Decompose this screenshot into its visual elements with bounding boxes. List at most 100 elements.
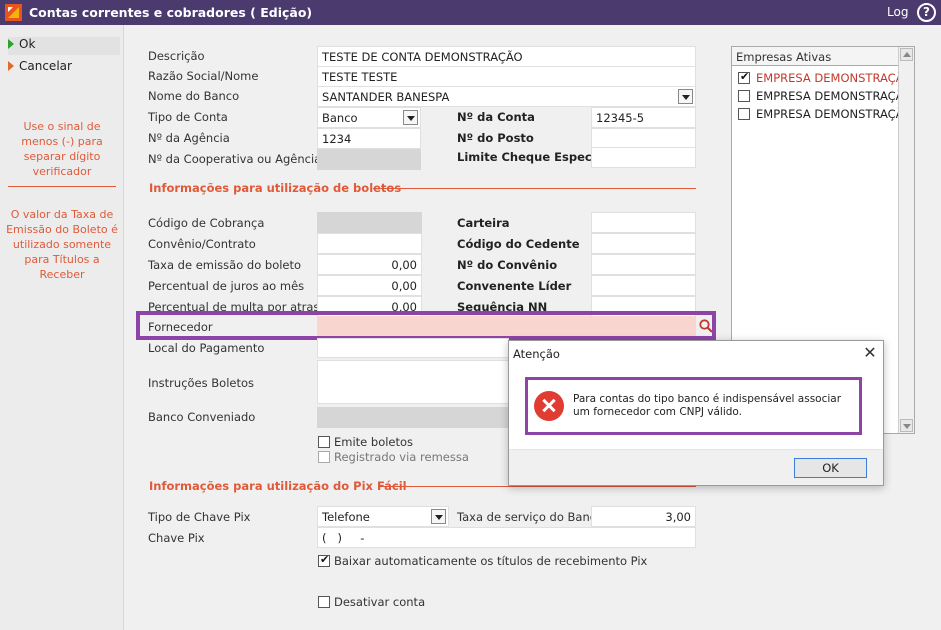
help-icon[interactable]: ? (917, 3, 936, 22)
desativar-checkbox[interactable] (318, 596, 330, 608)
boletos-section-title: Informações para utilização de boletos (149, 181, 402, 195)
agencia-field[interactable]: 1234 (317, 128, 421, 149)
agencia-label: Nº da Agência (148, 131, 230, 145)
window-title: Contas correntes e cobradores ( Edição) (29, 5, 313, 20)
codigo-cedente-label: Código do Cedente (457, 237, 580, 251)
banco-conveniado-label: Banco Conveniado (148, 410, 256, 424)
juros-label: Percentual de juros ao mês (148, 279, 305, 293)
carteira-field[interactable] (591, 212, 696, 233)
empresa-item[interactable]: EMPRESA DEMONSTRAÇÃO (736, 87, 898, 105)
taxa-emissao-field[interactable]: 0,00 (317, 254, 422, 275)
emite-boletos-checkbox[interactable] (318, 436, 330, 448)
cooperativa-label: Nº da Cooperativa ou Agência (148, 152, 322, 166)
convenio-contrato-field[interactable] (317, 233, 422, 254)
num-conta-field[interactable]: 12345-5 (591, 107, 696, 128)
banco-select[interactable]: SANTANDER BANESPA (317, 86, 696, 107)
tipo-chave-value: Telefone (322, 510, 370, 524)
local-pagamento-field[interactable] (317, 338, 509, 358)
local-pagamento-label: Local do Pagamento (148, 341, 265, 355)
emite-boletos-label: Emite boletos (334, 435, 414, 449)
chave-pix-label: Chave Pix (148, 531, 205, 545)
dialog-message-highlight: Para contas do tipo banco é indispensáve… (525, 377, 862, 435)
hint-tax: O valor da Taxa de Emissão do Boleto é u… (6, 208, 118, 281)
cancel-button[interactable]: Cancelar (8, 59, 120, 77)
app-logo-icon (5, 4, 22, 21)
descricao-label: Descrição (148, 49, 205, 63)
registrado-remessa-checkbox (318, 451, 330, 463)
taxa-servico-label: Taxa de serviço do Banco (457, 510, 604, 524)
carteira-label: Carteira (457, 216, 510, 230)
banco-conveniado-field (317, 407, 509, 428)
tipo-conta-value: Banco (322, 111, 358, 125)
chevron-down-icon[interactable] (431, 509, 446, 524)
dialog-ok-button[interactable]: OK (794, 458, 867, 478)
empresa-item[interactable]: EMPRESA DEMONSTRAÇÃO (736, 69, 898, 87)
tipo-conta-select[interactable]: Banco (317, 107, 421, 128)
convenio-contrato-label: Convênio/Contrato (148, 237, 256, 251)
chave-pix-field[interactable]: ( ) - (317, 527, 696, 548)
empresa-item[interactable]: EMPRESA DEMONSTRAÇÃO (736, 105, 898, 123)
attention-dialog: Atenção ✕ Para contas do tipo banco é in… (508, 340, 884, 486)
codigo-cobranca-label: Código de Cobrança (148, 216, 265, 230)
codigo-cedente-field[interactable] (591, 233, 696, 254)
cooperativa-field (317, 149, 421, 170)
pix-section-title: Informações para utilização do Pix Fácil (149, 479, 407, 493)
tipo-chave-select[interactable]: Telefone (317, 506, 449, 527)
taxa-emissao-label: Taxa de emissão do boleto (148, 258, 302, 272)
chevron-down-icon[interactable] (403, 110, 418, 125)
limite-label: Limite Cheque Especial (457, 150, 608, 164)
tipo-chave-label: Tipo de Chave Pix (148, 510, 251, 524)
razao-field[interactable]: TESTE TESTE (317, 66, 696, 87)
empresa-checkbox[interactable] (738, 70, 750, 84)
instrucoes-label: Instruções Boletos (148, 376, 255, 390)
taxa-servico-field[interactable]: 3,00 (591, 506, 696, 527)
sidebar-divider (8, 186, 116, 187)
scroll-up-icon[interactable] (900, 48, 913, 61)
sidebar: Ok Cancelar Use o sinal de menos (-) par… (0, 25, 124, 630)
pix-section-line (379, 486, 696, 487)
chevron-down-icon[interactable] (678, 89, 693, 104)
banco-value: SANTANDER BANESPA (322, 90, 450, 104)
num-convenio-label: Nº do Convênio (457, 258, 558, 272)
dialog-message: Para contas do tipo banco é indispensáve… (573, 393, 842, 418)
boletos-section-line (373, 188, 696, 189)
title-bar: Contas correntes e cobradores ( Edição) … (0, 0, 941, 25)
empresa-checkbox[interactable] (738, 108, 750, 120)
desativar-label: Desativar conta (334, 595, 426, 609)
hint-minus-sign: Use o sinal de menos (-) para separar dí… (21, 120, 103, 178)
empresas-header: Empresas Ativas (732, 47, 900, 66)
scroll-down-icon[interactable] (900, 419, 913, 432)
limite-field[interactable] (591, 147, 696, 168)
num-posto-field[interactable] (591, 128, 696, 149)
juros-field[interactable]: 0,00 (317, 275, 422, 296)
num-convenio-field[interactable] (591, 254, 696, 275)
empresa-label: EMPRESA DEMONSTRAÇÃO (756, 89, 898, 103)
play-arrow-icon (8, 61, 14, 71)
empresa-label: EMPRESA DEMONSTRAÇÃO (756, 107, 898, 121)
log-link[interactable]: Log (887, 5, 908, 19)
ok-button[interactable]: Ok (8, 37, 120, 55)
ok-label: Ok (19, 37, 36, 51)
num-conta-label: Nº da Conta (457, 110, 535, 124)
close-icon[interactable]: ✕ (861, 344, 879, 362)
empresa-checkbox[interactable] (738, 90, 750, 102)
vertical-scrollbar[interactable] (898, 47, 914, 433)
baixar-auto-label: Baixar automaticamente os títulos de rec… (334, 554, 648, 568)
convenente-lider-label: Convenente Líder (457, 279, 572, 293)
play-arrow-icon (8, 39, 14, 49)
cancel-label: Cancelar (19, 59, 72, 73)
descricao-field[interactable]: TESTE DE CONTA DEMONSTRAÇÃO (317, 46, 696, 67)
registrado-remessa-label: Registrado via remessa (334, 450, 469, 464)
codigo-cobranca-field (317, 212, 422, 233)
banco-label: Nome do Banco (148, 89, 240, 103)
razao-label: Razão Social/Nome (148, 69, 259, 83)
error-icon (534, 391, 564, 421)
empresa-label: EMPRESA DEMONSTRAÇÃO (756, 71, 898, 85)
convenente-lider-field[interactable] (591, 275, 696, 296)
baixar-auto-checkbox[interactable] (318, 553, 330, 567)
dialog-title: Atenção (513, 347, 560, 361)
tipo-conta-label: Tipo de Conta (148, 110, 228, 124)
instrucoes-field[interactable] (317, 360, 509, 404)
fornecedor-highlight (136, 311, 716, 340)
num-posto-label: Nº do Posto (457, 131, 534, 145)
